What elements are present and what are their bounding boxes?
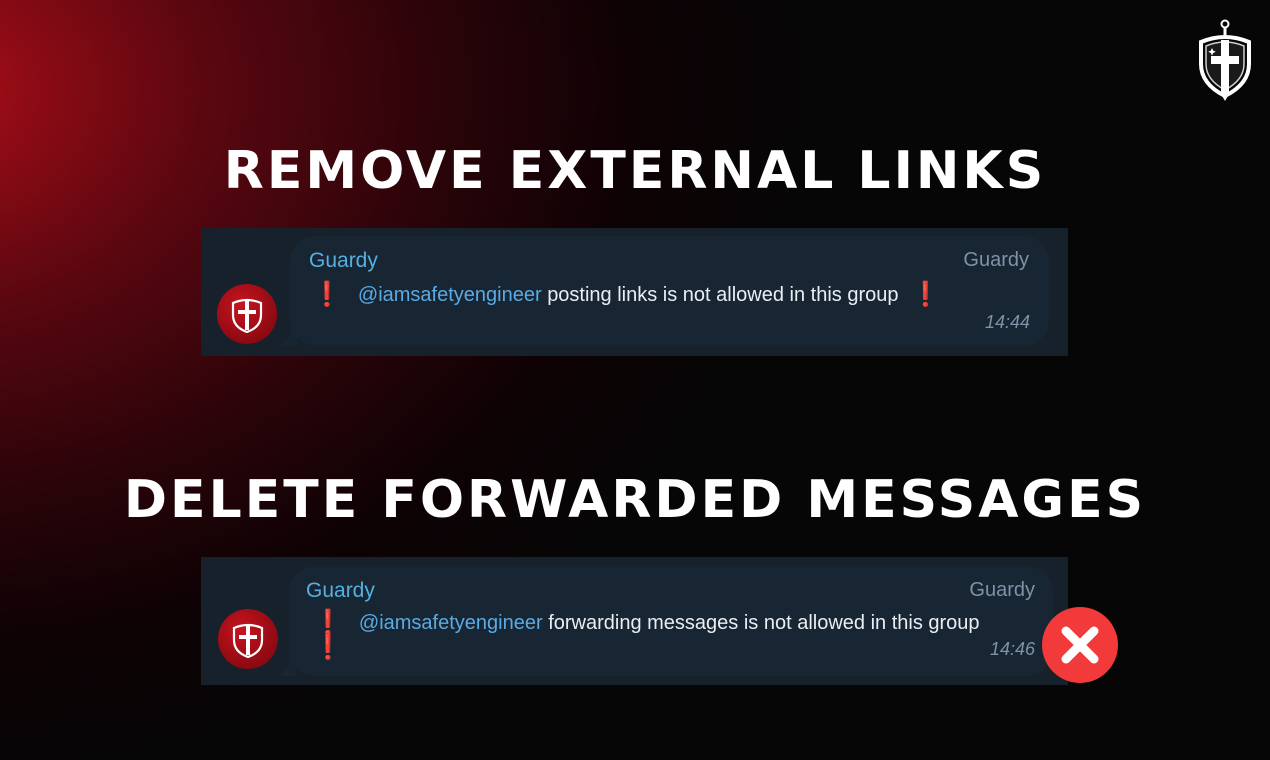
trailing-exclamation: ❗	[313, 633, 343, 662]
user-mention-link[interactable]: @iamsafetyengineer	[358, 284, 542, 306]
cross-mark-icon	[1061, 626, 1099, 664]
message-text: ❗ @iamsafetyengineer posting links is not…	[312, 280, 940, 309]
shield-sword-logo-icon	[1199, 19, 1251, 101]
message-timestamp: 14:46	[989, 639, 1035, 659]
chat-panel-forwarded: Guardy Guardy ❗ @iamsafetyengineer forwar…	[201, 557, 1068, 685]
message-body: forwarding messages is not allowed in th…	[548, 612, 980, 634]
bot-avatar[interactable]	[218, 609, 278, 669]
admin-tag: Guardy	[969, 579, 1035, 601]
chat-panel-links: Guardy Guardy ❗ @iamsafetyengineer postin…	[201, 228, 1068, 356]
message-bubble[interactable]: Guardy Guardy ❗ @iamsafetyengineer postin…	[290, 236, 1049, 346]
sender-name[interactable]: Guardy	[306, 579, 375, 603]
exclamation-icon: ❗	[313, 634, 343, 661]
deleted-status-badge	[1042, 607, 1118, 683]
section-heading-remove-links: REMOVE EXTERNAL LINKS	[223, 141, 1047, 201]
section-heading-delete-forwarded: DELETE FORWARDED MESSAGES	[123, 470, 1147, 530]
shield-avatar-icon	[231, 298, 263, 333]
message-body: posting links is not allowed in this gro…	[547, 284, 899, 306]
user-mention-link[interactable]: @iamsafetyengineer	[359, 612, 543, 634]
exclamation-icon: ❗	[910, 281, 941, 308]
exclamation-icon: ❗	[312, 281, 342, 308]
admin-tag: Guardy	[963, 249, 1029, 271]
shield-avatar-icon	[232, 623, 264, 658]
message-timestamp: 14:44	[984, 312, 1030, 332]
bot-avatar[interactable]	[217, 284, 277, 344]
message-text: ❗ @iamsafetyengineer forwarding messages …	[313, 608, 980, 637]
message-bubble[interactable]: Guardy Guardy ❗ @iamsafetyengineer forwar…	[289, 566, 1053, 676]
sender-name[interactable]: Guardy	[309, 249, 378, 273]
